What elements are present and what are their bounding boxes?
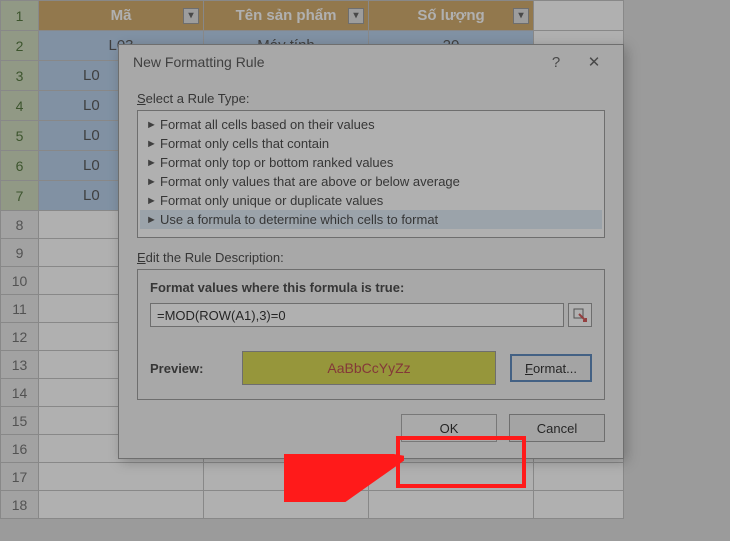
row-header[interactable]: 6 — [1, 151, 39, 181]
col-header-sl[interactable]: Số lượng ▾ — [369, 1, 534, 31]
cell[interactable] — [39, 491, 204, 519]
triangle-icon: ► — [146, 157, 160, 169]
col-label: Số lượng — [417, 7, 484, 24]
cell[interactable] — [204, 463, 369, 491]
rule-label: Format only unique or duplicate values — [160, 193, 383, 208]
row-header[interactable]: 13 — [1, 351, 39, 379]
rule-type-item[interactable]: ►Format only values that are above or be… — [140, 172, 602, 191]
row-header[interactable]: 11 — [1, 295, 39, 323]
rule-type-item[interactable]: ►Format only unique or duplicate values — [140, 191, 602, 210]
triangle-icon: ► — [146, 176, 160, 188]
cell[interactable] — [534, 1, 624, 31]
col-header-ten[interactable]: Tên sản phẩm ▾ — [204, 1, 369, 31]
row-header[interactable]: 16 — [1, 435, 39, 463]
range-picker-icon — [573, 308, 587, 322]
formula-input[interactable] — [150, 303, 564, 327]
row-header[interactable]: 14 — [1, 379, 39, 407]
rule-label: Format only cells that contain — [160, 136, 329, 151]
rule-type-list[interactable]: ►Format all cells based on their values … — [137, 110, 605, 238]
format-button[interactable]: Format... — [510, 354, 592, 382]
cell[interactable] — [534, 463, 624, 491]
row-header[interactable]: 8 — [1, 211, 39, 239]
triangle-icon: ► — [146, 214, 160, 226]
cell[interactable] — [534, 491, 624, 519]
triangle-icon: ► — [146, 119, 160, 131]
col-header-ma[interactable]: Mã ▾ — [39, 1, 204, 31]
col-label: Tên sản phẩm — [236, 7, 337, 24]
filter-icon[interactable]: ▾ — [513, 8, 529, 24]
formula-label: Format values where this formula is true… — [150, 280, 592, 295]
rule-label: Format only values that are above or bel… — [160, 174, 460, 189]
range-picker-button[interactable] — [568, 303, 592, 327]
row-header[interactable]: 15 — [1, 407, 39, 435]
row-header[interactable]: 3 — [1, 61, 39, 91]
dialog-titlebar[interactable]: New Formatting Rule ? ✕ — [119, 45, 623, 79]
cell[interactable] — [39, 463, 204, 491]
row-header[interactable]: 1 — [1, 1, 39, 31]
rule-type-item[interactable]: ►Format only cells that contain — [140, 134, 602, 153]
row-header[interactable]: 4 — [1, 91, 39, 121]
rule-label: Format all cells based on their values — [160, 117, 375, 132]
preview-sample: AaBbCcYyZz — [242, 351, 496, 385]
row-header[interactable]: 17 — [1, 463, 39, 491]
filter-icon[interactable]: ▾ — [348, 8, 364, 24]
triangle-icon: ► — [146, 195, 160, 207]
row-header[interactable]: 7 — [1, 181, 39, 211]
row-header[interactable]: 18 — [1, 491, 39, 519]
help-button[interactable]: ? — [537, 54, 575, 71]
triangle-icon: ► — [146, 138, 160, 150]
dialog-title: New Formatting Rule — [133, 54, 537, 70]
rule-label: Use a formula to determine which cells t… — [160, 212, 438, 227]
cancel-button[interactable]: Cancel — [509, 414, 605, 442]
row-header[interactable]: 10 — [1, 267, 39, 295]
edit-rule-description-label: Edit the Rule Description: — [137, 250, 605, 265]
rule-description-box: Format values where this formula is true… — [137, 269, 605, 400]
cell[interactable] — [369, 491, 534, 519]
cell[interactable] — [204, 491, 369, 519]
col-label: Mã — [111, 7, 132, 24]
row-header[interactable]: 5 — [1, 121, 39, 151]
new-formatting-rule-dialog: New Formatting Rule ? ✕ Select a Rule Ty… — [118, 44, 624, 459]
close-button[interactable]: ✕ — [575, 53, 613, 71]
ok-button[interactable]: OK — [401, 414, 497, 442]
rule-label: Format only top or bottom ranked values — [160, 155, 393, 170]
rule-type-item[interactable]: ►Format only top or bottom ranked values — [140, 153, 602, 172]
row-header[interactable]: 12 — [1, 323, 39, 351]
preview-label: Preview: — [150, 361, 228, 376]
select-rule-type-label: Select a Rule Type: — [137, 91, 605, 106]
row-header[interactable]: 2 — [1, 31, 39, 61]
rule-type-item[interactable]: ►Use a formula to determine which cells … — [140, 210, 602, 229]
rule-type-item[interactable]: ►Format all cells based on their values — [140, 115, 602, 134]
cell[interactable] — [369, 463, 534, 491]
row-header[interactable]: 9 — [1, 239, 39, 267]
filter-icon[interactable]: ▾ — [183, 8, 199, 24]
